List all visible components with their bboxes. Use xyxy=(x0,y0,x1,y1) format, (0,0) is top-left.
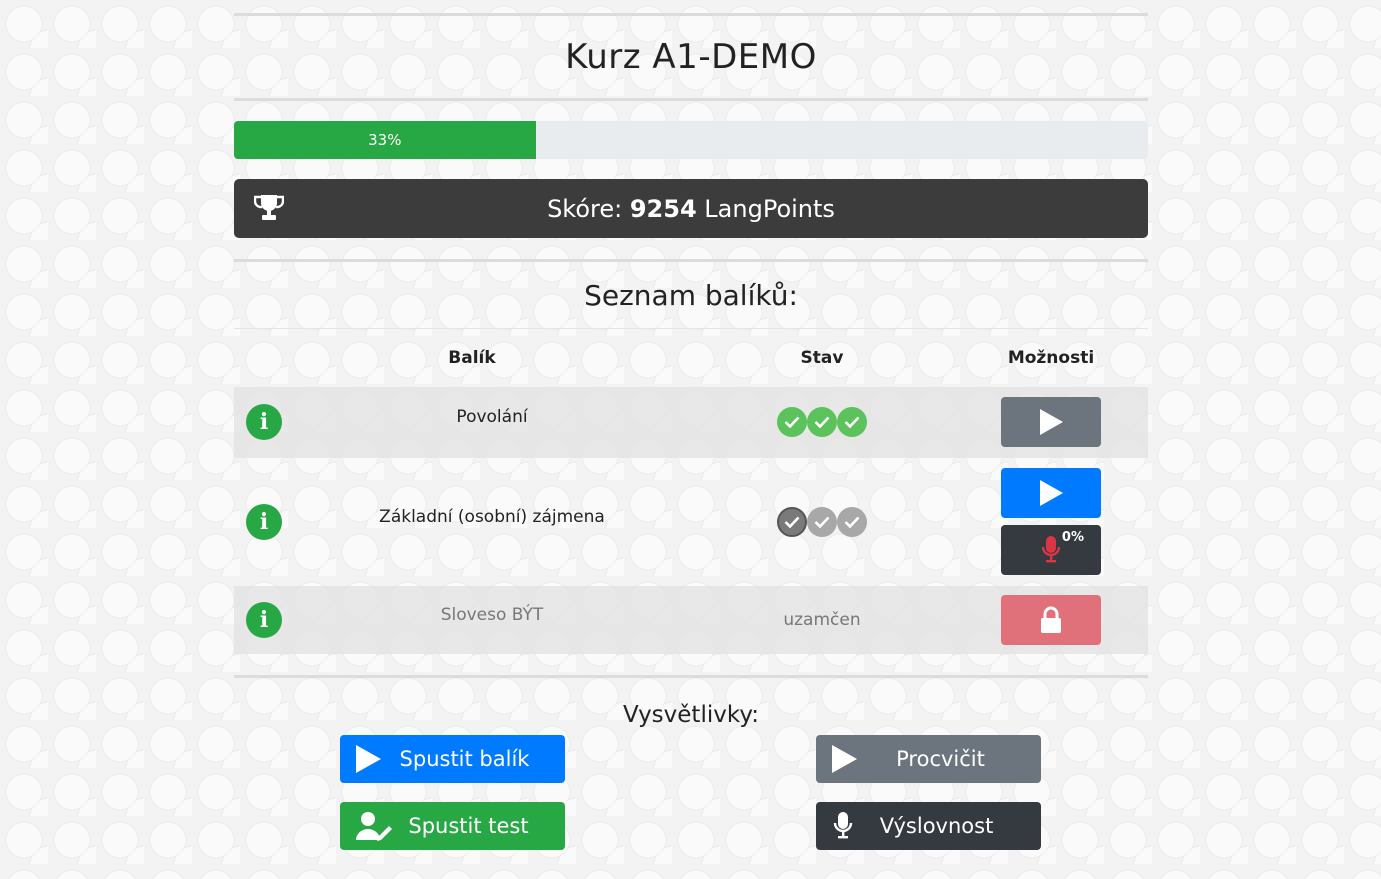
check-icon xyxy=(837,407,867,437)
practice-button[interactable] xyxy=(1001,397,1101,447)
pronunciation-button[interactable]: 0% xyxy=(1001,525,1101,575)
header-package: Balík xyxy=(294,328,690,387)
info-icon[interactable]: i xyxy=(246,404,282,440)
header-empty xyxy=(234,328,294,387)
package-status xyxy=(777,407,867,437)
package-name: Základní (osobní) zájmena xyxy=(379,506,605,527)
course-progress-bar: 33% xyxy=(234,121,1148,159)
table-row: i Sloveso BÝT uzamčen xyxy=(234,585,1148,654)
legend-start-test-label: Spustit test xyxy=(408,814,529,838)
course-title: Kurz A1-DEMO xyxy=(565,37,817,77)
course-page: Kurz A1-DEMO 33% Skóre: 9254 LangPoints … xyxy=(234,0,1148,748)
legend-start-test: Spustit test xyxy=(340,802,565,850)
score-text: Skóre: 9254 LangPoints xyxy=(547,195,835,223)
microphone-icon xyxy=(1041,536,1061,563)
locked-button[interactable] xyxy=(1001,594,1101,645)
table-row: i Povolání xyxy=(234,386,1148,458)
check-icon xyxy=(807,407,837,437)
score-prefix: Skóre: xyxy=(547,194,623,223)
package-status xyxy=(777,506,867,537)
table-header: Balík Stav Možnosti xyxy=(234,328,1148,387)
legend-start-package-label: Spustit balík xyxy=(399,747,530,771)
divider xyxy=(234,98,1148,101)
play-icon xyxy=(1040,480,1063,506)
legend-pronunciation: Výslovnost xyxy=(816,802,1041,850)
check-icon xyxy=(837,506,867,537)
packages-title: Seznam balíků: xyxy=(584,278,798,312)
package-name: Sloveso BÝT xyxy=(294,585,690,654)
lock-icon xyxy=(1041,606,1061,633)
packages-table: Balík Stav Možnosti i Povolání i Základn… xyxy=(234,328,1148,654)
package-name: Povolání xyxy=(294,386,690,458)
pronunciation-percent: 0% xyxy=(1061,530,1084,545)
score-banner: Skóre: 9254 LangPoints xyxy=(234,179,1148,238)
legend-pronunciation-label: Výslovnost xyxy=(879,814,994,838)
score-value: 9254 xyxy=(629,194,697,223)
table-row: i Základní (osobní) zájmena 0% xyxy=(234,458,1148,586)
header-options: Možnosti xyxy=(954,328,1148,387)
play-icon xyxy=(1040,409,1063,435)
check-icon xyxy=(777,506,807,537)
check-icon xyxy=(807,506,837,537)
header-status: Stav xyxy=(690,328,954,387)
legend-practice-label: Procvičit xyxy=(896,747,985,771)
package-status-text: uzamčen xyxy=(690,585,954,654)
progress-fill: 33% xyxy=(234,121,536,159)
trophy-icon xyxy=(254,195,284,220)
info-icon[interactable]: i xyxy=(246,601,282,638)
info-icon[interactable]: i xyxy=(246,503,282,540)
legend-start-package: Spustit balík xyxy=(340,735,565,783)
legend-practice: Procvičit xyxy=(816,735,1041,783)
start-package-button[interactable] xyxy=(1001,468,1101,518)
score-unit: LangPoints xyxy=(704,194,835,223)
check-icon xyxy=(777,407,807,437)
